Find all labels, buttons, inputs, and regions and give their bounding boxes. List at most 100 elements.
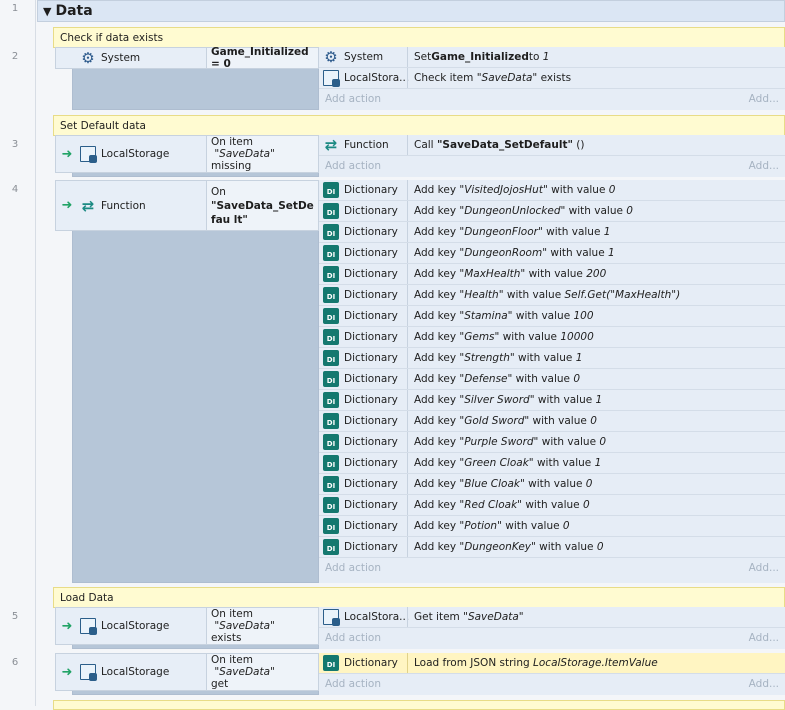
add-action-row[interactable]: Add action Add... (319, 156, 785, 175)
action-row[interactable]: DI Dictionary Add key "DungeonKey" with va… (319, 537, 785, 558)
action-row[interactable]: DI Dictionary Add key "Health" with value … (319, 285, 785, 306)
action-row[interactable]: DI Dictionary Add key "Strength" with valu… (319, 348, 785, 369)
group-header-data[interactable]: ▼ Data (37, 0, 785, 22)
action-key: "Potion" (459, 520, 502, 532)
action-row[interactable]: DI Dictionary Add key "Green Cloak" with v… (319, 453, 785, 474)
action-text: Add key "Silver Sword" with value 1 (407, 390, 785, 410)
action-row[interactable]: DI Dictionary Add key "DungeonUnlocked" wi… (319, 201, 785, 222)
condition-param-pre: On (211, 185, 226, 198)
action-with-value: with value (538, 436, 600, 448)
add-action-link[interactable]: Add action (325, 93, 381, 105)
condition-param[interactable]: Game_Initialized = 0 (206, 46, 318, 70)
action-row[interactable]: DI Dictionary Add key "Defense" with value… (319, 369, 785, 390)
action-row[interactable]: DI Dictionary Add key "Silver Sword" with … (319, 390, 785, 411)
action-row[interactable]: DI Dictionary Add key "MaxHealth" with val… (319, 264, 785, 285)
action-text: Add key "Defense" with value 0 (407, 369, 785, 389)
action-value: 0 (590, 415, 597, 427)
add-action-row[interactable]: Add action Add... (319, 89, 785, 108)
condition-object: LocalStorage (101, 148, 170, 160)
collapse-triangle-icon[interactable]: ▼ (43, 5, 51, 18)
action-row[interactable]: DI Dictionary Add key "Purple Sword" with … (319, 432, 785, 453)
add-more-link[interactable]: Add... (749, 562, 779, 574)
comment-text: Set Default data (60, 119, 146, 132)
action-row[interactable]: DI Dictionary Add key "Red Cloak" with val… (319, 495, 785, 516)
action-value: 0 (573, 373, 581, 385)
condition-param[interactable]: On item "SaveData" exists (206, 608, 318, 644)
add-more-link[interactable]: Add... (749, 93, 779, 105)
action-object: Dictionary (344, 657, 398, 669)
condition-object: Function (101, 199, 146, 212)
action-key: "Purple Sword" (459, 436, 539, 448)
add-action-link[interactable]: Add action (325, 562, 381, 574)
event-6-condition[interactable]: ➜ LocalStorage On item "SaveData" get (55, 653, 319, 691)
comment-set-default[interactable]: Set Default data (53, 115, 785, 136)
action-value: Self.Get("MaxHealth") (564, 289, 681, 301)
event-4-condition[interactable]: ➜ ⇄ Function On "SaveData_SetDefau lt" (55, 180, 319, 231)
action-row[interactable]: ⚙ System Set Game_Initialized to 1 (319, 47, 785, 68)
action-object: Dictionary (344, 268, 398, 280)
action-row[interactable]: LocalStora... Check item "SaveData" exis… (319, 68, 785, 89)
action-key: "VisitedJojosHut" (459, 184, 548, 196)
action-text-post: exists (540, 72, 572, 84)
action-with-value: with value (533, 457, 595, 469)
add-action-row[interactable]: Add action Add... (319, 558, 785, 577)
event-2-condition[interactable]: ⚙ System Game_Initialized = 0 (55, 46, 319, 70)
action-with-value: with value (547, 247, 609, 259)
event-5-condition[interactable]: ➜ LocalStorage On item "SaveData" exists (55, 607, 319, 645)
action-text-pre: Add key (414, 394, 457, 406)
action-row[interactable]: DI Dictionary Add key "DungeonRoom" with v… (319, 243, 785, 264)
dictionary-icon: DI (323, 413, 339, 429)
action-with-value: with value (499, 331, 561, 343)
add-action-link[interactable]: Add action (325, 632, 381, 644)
action-text: Add key "Health" with value Self.Get("Ma… (407, 285, 785, 305)
action-object: Dictionary (344, 499, 398, 511)
action-key: "Gold Sword" (459, 415, 530, 427)
action-key: "Silver Sword" (459, 394, 535, 406)
trigger-arrow-icon: ➜ (61, 618, 73, 634)
comment-next[interactable] (53, 700, 785, 710)
row-number-1: 1 (11, 3, 19, 14)
action-row[interactable]: DI Dictionary Add key "DungeonFloor" with … (319, 222, 785, 243)
action-object: Dictionary (344, 394, 398, 406)
action-row[interactable]: DI Dictionary Add key "Blue Cloak" with va… (319, 474, 785, 495)
add-action-row[interactable]: Add action Add... (319, 674, 785, 693)
event-3-condition[interactable]: ➜ LocalStorage On item "SaveData" missin… (55, 135, 319, 173)
comment-check-data[interactable]: Check if data exists (53, 27, 785, 48)
condition-param[interactable]: On item "SaveData" missing (206, 136, 318, 172)
action-text: Add key "DungeonUnlocked" with value 0 (407, 201, 785, 221)
action-text-bold: Game_Initialized (431, 51, 529, 63)
action-key: "DungeonKey" (459, 541, 536, 553)
comment-load-data[interactable]: Load Data (53, 587, 785, 608)
action-object: Dictionary (344, 184, 398, 196)
event-4-block[interactable] (72, 180, 319, 583)
action-row[interactable]: DI Dictionary Add key "VisitedJojosHut" wi… (319, 180, 785, 201)
add-action-link[interactable]: Add action (325, 160, 381, 172)
add-action-link[interactable]: Add action (325, 678, 381, 690)
add-more-link[interactable]: Add... (749, 632, 779, 644)
add-more-link[interactable]: Add... (749, 160, 779, 172)
action-text-pre: Add key (414, 520, 457, 532)
action-text: Add key "DungeonRoom" with value 1 (407, 243, 785, 263)
action-row[interactable]: DI Dictionary Add key "Potion" with value … (319, 516, 785, 537)
action-row[interactable]: DI Dictionary Add key "Stamina" with value… (319, 306, 785, 327)
condition-param-pre: On item (211, 608, 253, 620)
action-key: "Gems" (459, 331, 500, 343)
condition-param[interactable]: On "SaveData_SetDefau lt" (206, 181, 318, 230)
action-with-value: with value (503, 289, 565, 301)
action-with-value: with value (524, 478, 586, 490)
action-row-selected[interactable]: DI Dictionary Load from JSON string Local… (319, 653, 785, 674)
action-text: Add key "Blue Cloak" with value 0 (407, 474, 785, 494)
action-row[interactable]: DI Dictionary Add key "Gems" with value 10… (319, 327, 785, 348)
dictionary-icon: DI (323, 266, 339, 282)
action-row[interactable]: LocalStora... Get item "SaveData" (319, 607, 785, 628)
action-text-italic: "SaveData" (463, 611, 524, 623)
action-key: "Green Cloak" (459, 457, 534, 469)
condition-param[interactable]: On item "SaveData" get (206, 654, 318, 690)
action-text: Add key "VisitedJojosHut" with value 0 (407, 180, 785, 200)
action-text-pre: Add key (414, 310, 457, 322)
add-action-row[interactable]: Add action Add... (319, 628, 785, 647)
action-row[interactable]: DI Dictionary Add key "Gold Sword" with va… (319, 411, 785, 432)
action-value: 1 (575, 352, 583, 364)
add-more-link[interactable]: Add... (749, 678, 779, 690)
action-row[interactable]: ⇄ Function Call "SaveData_SetDefault" () (319, 135, 785, 156)
